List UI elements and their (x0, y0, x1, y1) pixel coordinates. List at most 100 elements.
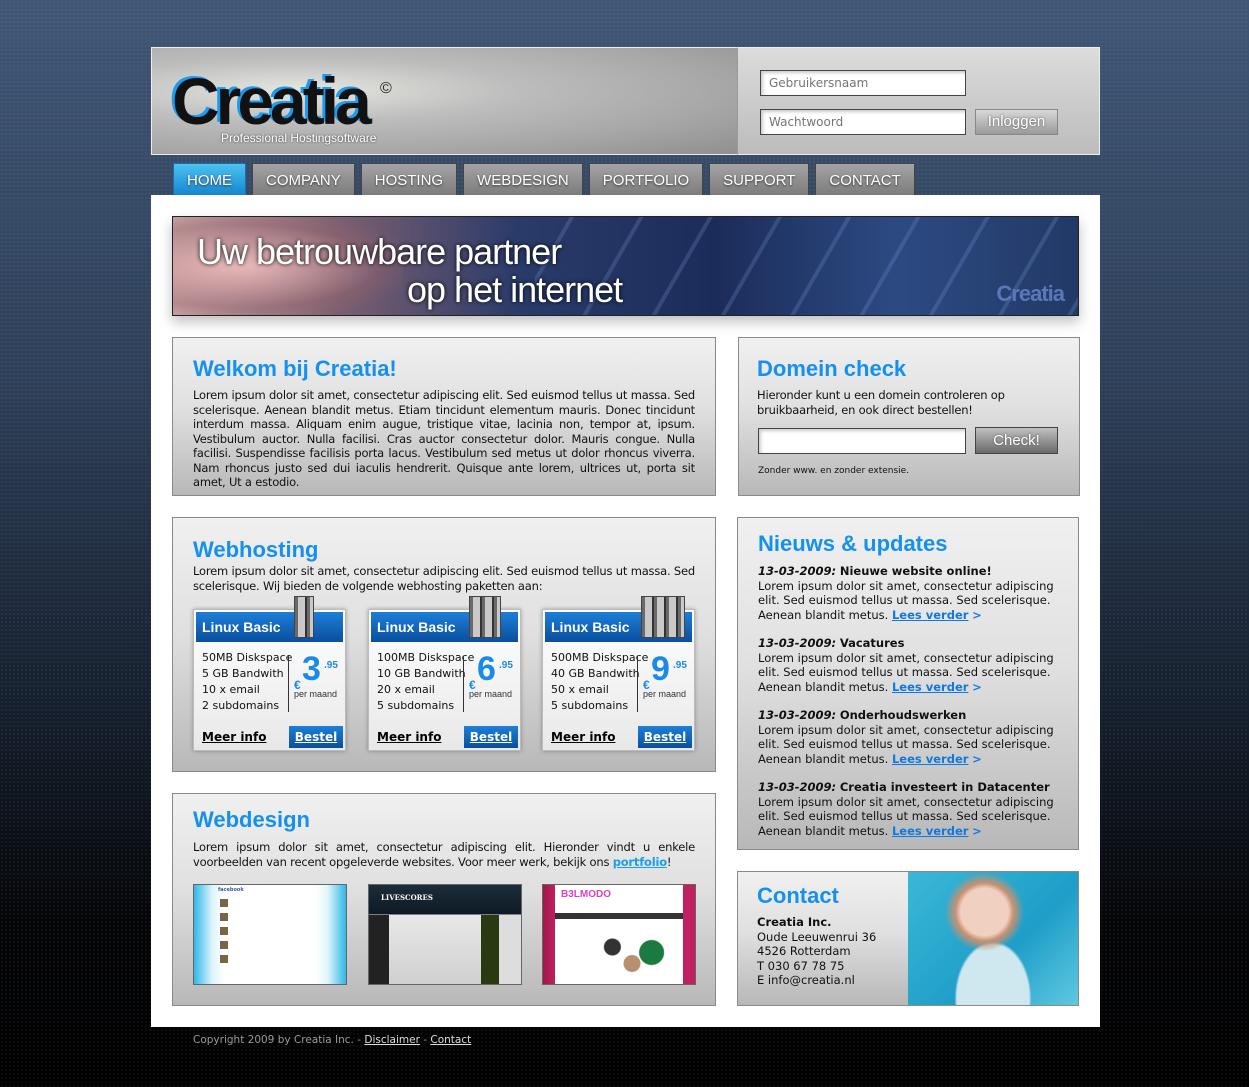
more-info-link[interactable]: Meer info (377, 730, 441, 744)
tagline: Professional Hostingsoftware (221, 131, 377, 145)
server-icon (294, 596, 314, 638)
portfolio-thumb-livescores[interactable]: LIVESCORES (368, 884, 522, 985)
read-more-link[interactable]: Lees verder (892, 824, 968, 838)
thumb-sidebar (369, 915, 389, 984)
news-item-title: Nieuwe website online! (839, 564, 992, 578)
arrow-right-icon: > (972, 751, 982, 766)
domain-input[interactable] (758, 428, 966, 454)
nav-webdesign[interactable]: WEBDESIGN (463, 163, 583, 195)
divider (637, 656, 638, 712)
banner-brand: Creatia (996, 281, 1065, 306)
welcome-title: Welkom bij Creatia! (193, 356, 397, 381)
domain-hint: Zonder www. en zonder extensie. (758, 466, 910, 476)
package-feature: 5 subdomains (377, 699, 455, 712)
contact-city: 4526 Rotterdam (757, 944, 851, 958)
package-card: Linux Basic 50MB Diskspace 5 GB Bandwith… (193, 596, 346, 751)
order-button[interactable]: Bestel (638, 726, 692, 748)
webdesign-text-end: ! (666, 854, 672, 869)
more-info-link[interactable]: Meer info (551, 730, 615, 744)
thumb-nav (555, 913, 683, 919)
package-feature: 10 GB Bandwith (377, 667, 466, 680)
news-item: 13-03-2009: Onderhoudswerken Lorem ipsum… (758, 708, 1058, 766)
nav-support[interactable]: SUPPORT (709, 163, 810, 195)
news-item: 13-03-2009: Nieuwe website online! Lorem… (758, 564, 1058, 622)
webdesign-title: Webdesign (193, 807, 310, 832)
package-card: Linux Basic 100MB Diskspace 10 GB Bandwi… (368, 596, 521, 751)
nav-home[interactable]: HOME (173, 163, 246, 195)
login-button[interactable]: Inloggen (975, 109, 1058, 135)
password-input[interactable] (760, 109, 966, 135)
arrow-right-icon: > (972, 607, 982, 622)
nav-portfolio[interactable]: PORTFOLIO (588, 163, 704, 195)
price-main: 9 (651, 650, 670, 688)
thumb-sidebar (481, 915, 521, 984)
webdesign-text: Lorem ipsum dolor sit amet, consectetur … (193, 840, 695, 869)
more-info-link[interactable]: Meer info (202, 730, 266, 744)
thumb-label: LIVESCORES (381, 893, 433, 902)
welcome-box: Welkom bij Creatia! Lorem ipsum dolor si… (172, 337, 716, 496)
domain-check-box: Domein check Hieronder kunt u een domein… (738, 337, 1080, 496)
read-more-link[interactable]: Lees verder (892, 680, 968, 694)
contact-box: Contact Creatia Inc. Oude Leeuwenrui 36 … (737, 871, 1079, 1006)
package-name: Linux Basic (196, 612, 343, 642)
thumb-label: B3LMODO (561, 889, 611, 900)
news-item-title: Onderhoudswerken (839, 708, 967, 722)
package-feature: 50 x email (551, 683, 609, 696)
webhosting-title: Webhosting (193, 537, 319, 562)
news-item: 13-03-2009: Creatia investeert in Datace… (758, 780, 1058, 838)
webhosting-box: Webhosting Lorem ipsum dolor sit amet, c… (172, 517, 716, 772)
price-main: 3 (302, 650, 321, 688)
package-card: Linux Basic 500MB Diskspace 40 GB Bandwi… (542, 596, 695, 751)
footer: Copyright 2009 by Creatia Inc. - Disclai… (193, 1034, 471, 1046)
package-feature: 40 GB Bandwith (551, 667, 640, 680)
nav-contact[interactable]: CONTACT (815, 163, 915, 195)
domain-text: Hieronder kunt u een domein controleren … (757, 388, 1005, 417)
portfolio-link[interactable]: portfolio (613, 855, 667, 869)
domain-title: Domein check (757, 356, 907, 381)
arrow-right-icon: > (972, 823, 982, 838)
package-feature: 5 subdomains (551, 699, 629, 712)
news-title: Nieuws & updates (758, 531, 948, 556)
logo[interactable]: Creatia (172, 66, 372, 136)
contact-email[interactable]: E info@creatia.nl (757, 973, 876, 988)
contact-details: Creatia Inc. Oude Leeuwenrui 36 4526 Rot… (757, 915, 876, 988)
read-more-link[interactable]: Lees verder (892, 752, 968, 766)
server-icon (469, 596, 501, 638)
banner-headline-2: op het internet (407, 269, 623, 310)
domain-check-button[interactable]: Check! (975, 427, 1058, 454)
contact-photo (908, 872, 1078, 1005)
webdesign-box: Webdesign Lorem ipsum dolor sit amet, co… (172, 793, 716, 1006)
news-item-title: Vacatures (839, 636, 905, 650)
package-feature: 100MB Diskspace (377, 651, 475, 664)
nav-hosting[interactable]: HOSTING (360, 163, 458, 195)
webhosting-text: Lorem ipsum dolor sit amet, consectetur … (193, 564, 695, 593)
package-feature: 2 subdomains (202, 699, 280, 712)
login-panel: Inloggen (737, 47, 1100, 155)
nav-company[interactable]: COMPANY (252, 163, 355, 195)
username-input[interactable] (760, 70, 966, 96)
price-main: 6 (477, 650, 496, 688)
portfolio-thumb-facebook[interactable]: facebook (193, 884, 347, 985)
contact-address: Oude Leeuwenrui 36 (757, 929, 877, 944)
price-cents: .95 (324, 660, 338, 671)
read-more-link[interactable]: Lees verder (892, 608, 968, 622)
news-item-title: Creatia investeert in Datacenter (839, 780, 1050, 794)
package-feature: 20 x email (377, 683, 435, 696)
disclaimer-link[interactable]: Disclaimer (364, 1034, 420, 1046)
server-icon (641, 596, 685, 638)
banner-headline-1: Uw betrouwbare partner (197, 231, 562, 272)
hero-banner: Uw betrouwbare partner op het internet C… (172, 216, 1079, 316)
thumb-label: facebook (218, 887, 244, 893)
order-button[interactable]: Bestel (289, 726, 343, 748)
divider (288, 656, 289, 712)
thumb-collage (583, 925, 681, 980)
contact-title: Contact (757, 883, 839, 908)
news-date: 13-03-2009: (758, 636, 837, 650)
price-period: per maand (469, 689, 513, 699)
main-nav: HOME COMPANY HOSTING WEBDESIGN PORTFOLIO… (173, 163, 915, 195)
portfolio-thumb-belmodo[interactable]: B3LMODO (542, 884, 696, 985)
order-button[interactable]: Bestel (464, 726, 518, 748)
package-feature: 5 GB Bandwith (202, 667, 284, 680)
price-period: per maand (643, 689, 687, 699)
footer-contact-link[interactable]: Contact (430, 1034, 471, 1046)
